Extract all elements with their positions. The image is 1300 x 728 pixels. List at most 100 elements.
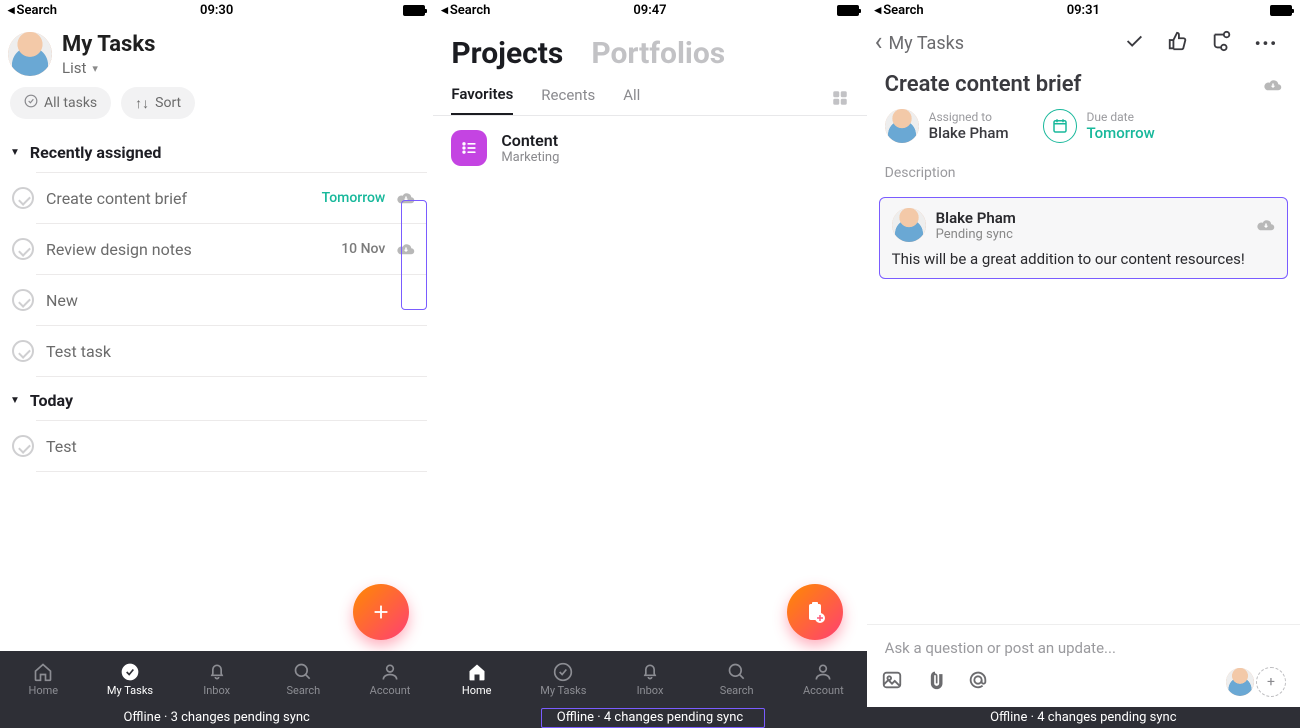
chevron-down-icon: ▾	[92, 62, 98, 75]
task-title-text: Create content brief	[885, 72, 1082, 97]
complete-toggle[interactable]	[12, 187, 34, 209]
task-title: Create content brief	[867, 66, 1300, 109]
comment: Blake Pham Pending sync This will be a g…	[879, 197, 1288, 279]
tab-portfolios[interactable]: Portfolios	[591, 36, 725, 71]
tab-search[interactable]: Search	[693, 651, 780, 707]
tab-my-tasks[interactable]: My Tasks	[87, 651, 174, 707]
section-title: Recently assigned	[30, 143, 162, 162]
plus-icon	[370, 601, 392, 623]
tab-label: Inbox	[637, 684, 664, 697]
status-search[interactable]: Search	[450, 3, 491, 18]
tab-projects[interactable]: Projects	[451, 36, 563, 71]
back-caret[interactable]: ◂	[8, 3, 15, 18]
tab-label: Home	[462, 684, 492, 697]
follower-avatar[interactable]	[1226, 668, 1254, 696]
attachment-icon[interactable]	[925, 669, 945, 695]
complete-toggle[interactable]	[12, 238, 34, 260]
grid-view-icon[interactable]	[831, 89, 849, 111]
task-row[interactable]: Review design notes 10 Nov	[36, 224, 427, 275]
task-name: Review design notes	[46, 240, 329, 259]
add-follower[interactable]: +	[1256, 667, 1286, 697]
tab-my-tasks[interactable]: My Tasks	[520, 651, 607, 707]
offline-banner: Offline · 4 changes pending sync	[867, 707, 1300, 728]
bell-icon	[640, 662, 660, 682]
back-caret[interactable]: ◂	[875, 3, 882, 18]
tab-inbox[interactable]: Inbox	[607, 651, 694, 707]
cloud-sync-icon	[1257, 218, 1275, 232]
cloud-sync-icon	[397, 191, 415, 205]
tab-label: My Tasks	[107, 684, 153, 697]
back-button[interactable]	[875, 31, 883, 55]
check-circle-icon	[120, 662, 140, 682]
search-icon	[293, 662, 313, 682]
person-icon	[813, 662, 833, 682]
assignee[interactable]: Assigned to Blake Pham	[885, 109, 1009, 143]
fab-add-project[interactable]	[787, 584, 843, 640]
cloud-sync-icon	[1264, 78, 1282, 92]
tab-home[interactable]: Home	[433, 651, 520, 707]
subtab-all[interactable]: All	[623, 86, 640, 114]
task-row[interactable]: New	[36, 275, 427, 326]
cloud-sync-icon	[397, 242, 415, 256]
back-caret[interactable]: ◂	[441, 3, 448, 18]
tab-search[interactable]: Search	[260, 651, 347, 707]
screen-1: ◂ Search 09:30 My Tasks List ▾ All tasks…	[0, 0, 433, 728]
status-search[interactable]: Search	[17, 3, 58, 18]
main-tabs: Projects Portfolios	[451, 36, 848, 71]
status-time: 09:47	[633, 3, 666, 18]
screen-3: ◂ Search 09:31 My Tasks ••• Create conte…	[867, 0, 1300, 728]
like-icon[interactable]	[1159, 30, 1197, 56]
view-switcher[interactable]: List ▾	[62, 59, 155, 77]
tab-label: Account	[370, 684, 411, 697]
due-date: 10 Nov	[341, 241, 385, 257]
filter-label: All tasks	[44, 95, 97, 111]
tab-account[interactable]: Account	[780, 651, 867, 707]
complete-toggle[interactable]	[12, 289, 34, 311]
section-header[interactable]: ▼ Recently assigned	[0, 129, 433, 172]
task-row[interactable]: Create content brief Tomorrow	[36, 172, 427, 224]
tab-label: Search	[286, 684, 320, 697]
back-label[interactable]: My Tasks	[888, 33, 1108, 54]
complete-icon[interactable]	[1115, 30, 1153, 56]
mention-icon[interactable]	[967, 669, 989, 695]
fab-add[interactable]	[353, 584, 409, 640]
bell-icon	[207, 662, 227, 682]
project-row[interactable]: Content Marketing	[433, 116, 866, 180]
section-title: Today	[30, 391, 73, 410]
complete-toggle[interactable]	[12, 435, 34, 457]
description-label[interactable]: Description	[867, 143, 1300, 189]
filter-row: All tasks ↑↓ Sort	[0, 83, 433, 129]
home-icon	[467, 662, 487, 682]
section-header[interactable]: ▼ Today	[0, 377, 433, 420]
avatar[interactable]	[8, 32, 52, 76]
image-icon[interactable]	[881, 669, 903, 695]
sort-chip[interactable]: ↑↓ Sort	[121, 87, 195, 119]
task-row[interactable]: Test	[36, 420, 427, 472]
project-name: Content	[501, 131, 559, 150]
tab-inbox[interactable]: Inbox	[173, 651, 260, 707]
subtab-favorites[interactable]: Favorites	[451, 85, 513, 115]
subtab-recents[interactable]: Recents	[541, 86, 595, 114]
status-bar: ◂ Search 09:47	[433, 0, 866, 20]
comment-author: Blake Pham	[936, 209, 1016, 227]
task-row[interactable]: Test task	[36, 326, 427, 377]
calendar-icon	[1043, 109, 1077, 143]
status-time: 09:31	[1067, 3, 1100, 18]
subtask-icon[interactable]	[1203, 30, 1241, 56]
status-search[interactable]: Search	[883, 3, 924, 18]
triangle-down-icon: ▼	[10, 147, 20, 158]
complete-toggle[interactable]	[12, 340, 34, 362]
status-bar: ◂ Search 09:31	[867, 0, 1300, 20]
comment-body: This will be a great addition to our con…	[892, 250, 1275, 268]
tab-account[interactable]: Account	[347, 651, 434, 707]
checkmark-circle-icon	[24, 94, 38, 112]
due-date[interactable]: Due date Tomorrow	[1043, 109, 1155, 143]
filter-all-tasks[interactable]: All tasks	[10, 87, 111, 119]
more-icon[interactable]: •••	[1247, 34, 1286, 53]
composer-input[interactable]: Ask a question or post an update...	[881, 633, 1286, 667]
tab-bar: Home My Tasks Inbox Search Account	[0, 651, 433, 707]
tab-home[interactable]: Home	[0, 651, 87, 707]
battery-icon	[1270, 5, 1292, 16]
header: Projects Portfolios Favorites Recents Al…	[433, 20, 866, 115]
project-team: Marketing	[501, 150, 559, 165]
